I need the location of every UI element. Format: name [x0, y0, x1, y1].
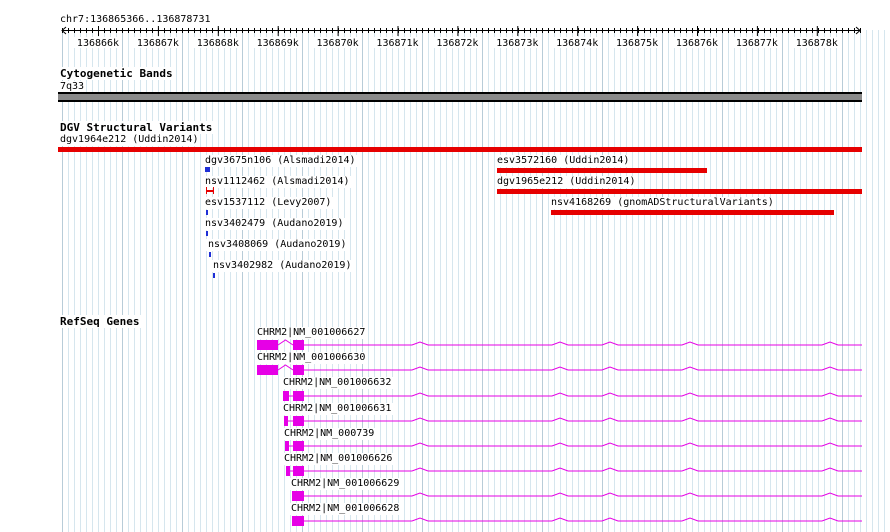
refseq-track-title[interactable]: RefSeq Genes	[58, 315, 142, 328]
sv-label: nsv3408069 (Audano2019)	[206, 239, 349, 251]
gene-intron	[277, 364, 294, 371]
gene-exon	[284, 416, 288, 426]
gene-label: CHRM2|NM_000739	[282, 428, 377, 440]
gene-model	[284, 416, 862, 426]
cytoband-fill	[58, 94, 862, 100]
gene-intron	[304, 467, 862, 472]
gene-intron	[304, 492, 862, 497]
sv-feature[interactable]	[206, 231, 208, 236]
gene-intron	[304, 517, 862, 522]
sv-label: nsv4168269 (gnomADStructuralVariants)	[549, 197, 776, 209]
sv-label: dgv1965e212 (Uddin2014)	[495, 176, 638, 188]
ruler-tick-label: 136873k	[496, 38, 538, 48]
sv-feature[interactable]	[205, 167, 210, 172]
ruler-tick-label: 136874k	[556, 38, 598, 48]
gene-intron	[304, 442, 862, 447]
gene-exon	[293, 365, 304, 375]
gene-label: CHRM2|NM_001006628	[289, 503, 402, 515]
gene-exon	[293, 466, 304, 476]
sv-feature[interactable]	[58, 147, 862, 152]
gene-exon	[292, 516, 304, 526]
gene-exon	[257, 365, 278, 375]
gene-exon	[293, 416, 304, 426]
sv-label: nsv1112462 (Alsmadi2014)	[203, 176, 352, 188]
dgv-track-title[interactable]: DGV Structural Variants	[58, 121, 215, 134]
gene-exon	[285, 441, 289, 451]
ruler-tick-label: 136866k	[77, 38, 119, 48]
gene-exon	[283, 391, 289, 401]
ruler-tick-label: 136869k	[257, 38, 299, 48]
gene-intron	[304, 366, 862, 371]
sv-feature[interactable]	[213, 273, 215, 278]
gene-label: CHRM2|NM_001006629	[289, 478, 402, 490]
ruler-tick-label: 136876k	[676, 38, 718, 48]
gene-model	[292, 516, 862, 526]
sv-label: dgv3675n106 (Alsmadi2014)	[203, 155, 358, 167]
cytoband-track-title[interactable]: Cytogenetic Bands	[58, 67, 175, 80]
gene-exon	[293, 441, 304, 451]
sv-feature[interactable]	[497, 168, 707, 173]
gene-exon	[257, 340, 278, 350]
ruler-tick-label: 136868k	[197, 38, 239, 48]
gene-model	[283, 391, 862, 401]
gene-intron	[277, 339, 294, 346]
gene-model	[257, 339, 862, 350]
gene-exon	[292, 491, 304, 501]
gene-model	[286, 466, 862, 476]
sv-feature[interactable]	[206, 210, 208, 215]
gene-intron	[304, 417, 862, 422]
gene-model	[257, 364, 862, 375]
gene-exon	[293, 340, 304, 350]
ruler-tick-label: 136875k	[616, 38, 658, 48]
gene-model	[292, 491, 862, 501]
sv-feature-tick	[213, 187, 214, 194]
ruler-tick-label: 136877k	[736, 38, 778, 48]
sv-label: nsv3402982 (Audano2019)	[211, 260, 354, 272]
sv-feature[interactable]	[209, 252, 211, 257]
ruler-tick-label: 136872k	[436, 38, 478, 48]
gene-label: CHRM2|NM_001006626	[282, 453, 395, 465]
sv-label: dgv1964e212 (Uddin2014)	[58, 134, 201, 146]
gene-label: CHRM2|NM_001006631	[281, 403, 394, 415]
gene-intron	[304, 341, 862, 346]
gene-exon	[293, 391, 304, 401]
gene-exon	[286, 466, 290, 476]
gene-intron	[304, 392, 862, 397]
sv-label: esv3572160 (Uddin2014)	[495, 155, 632, 167]
gene-label: CHRM2|NM_001006627	[255, 327, 368, 339]
ruler-tick-label: 136878k	[796, 38, 838, 48]
ruler-tick-label: 136870k	[317, 38, 359, 48]
sv-label: esv1537112 (Levy2007)	[203, 197, 334, 209]
sv-feature[interactable]	[497, 189, 862, 194]
ruler[interactable]: 136866k 136867k 136868k 136869k 136870k 13687…	[0, 22, 890, 48]
sv-feature-tick	[206, 187, 207, 194]
gene-label: CHRM2|NM_001006630	[255, 352, 368, 364]
sv-label: nsv3402479 (Audano2019)	[203, 218, 346, 230]
gene-label: CHRM2|NM_001006632	[281, 377, 394, 389]
sv-feature[interactable]	[551, 210, 834, 215]
ruler-tick-label: 136871k	[376, 38, 418, 48]
ruler-tick-label: 136867k	[137, 38, 179, 48]
gene-model	[285, 441, 862, 451]
